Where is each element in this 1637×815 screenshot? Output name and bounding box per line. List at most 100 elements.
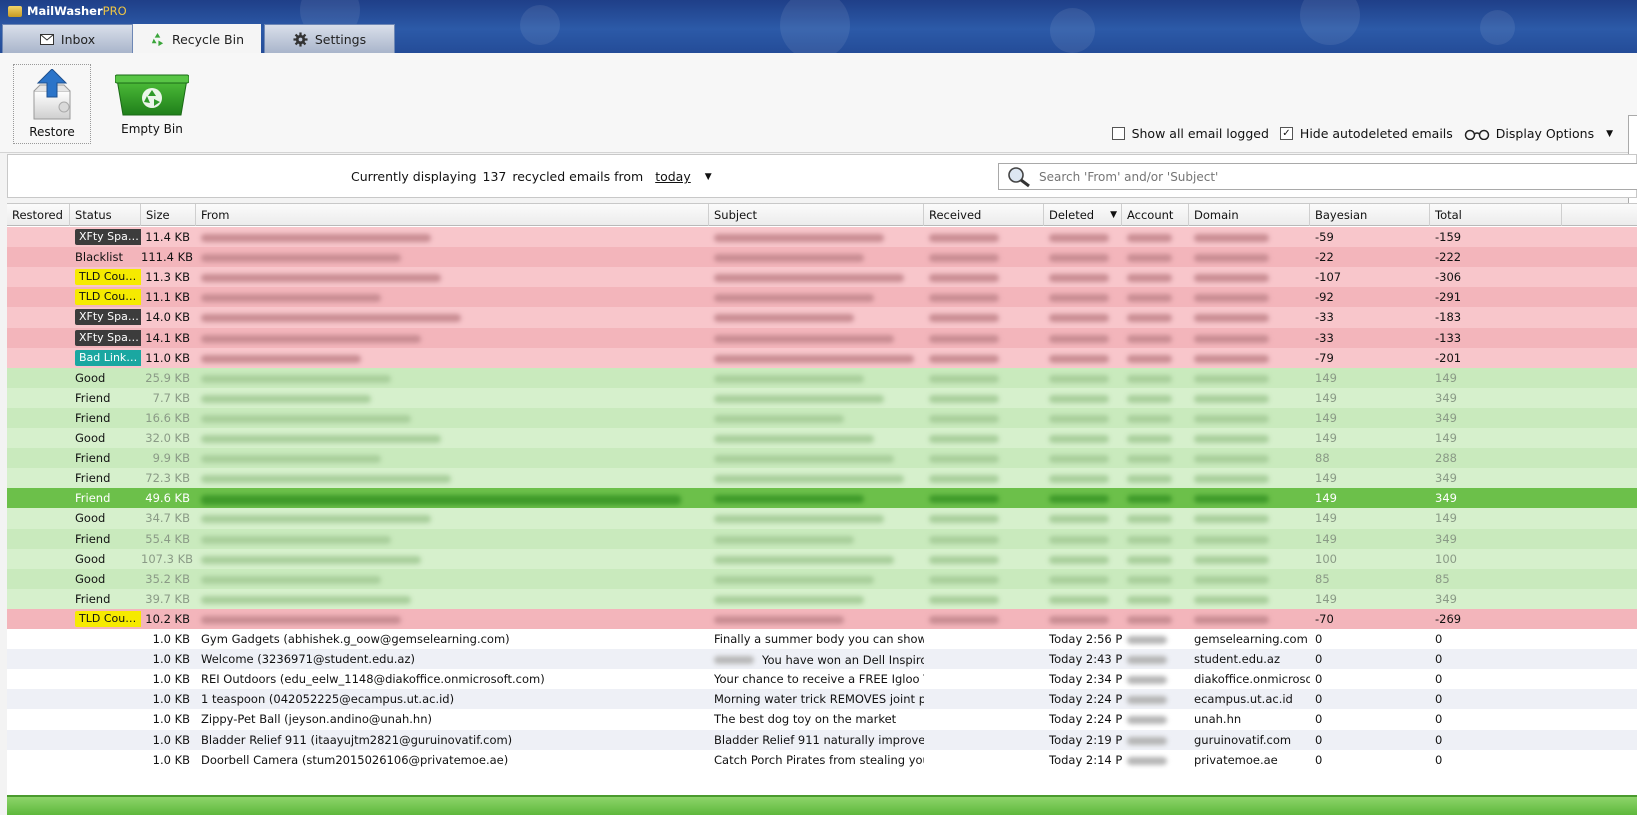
table-row[interactable]: Good 107.3 KB 100 100 (7, 548, 1637, 570)
redacted-text (1194, 254, 1269, 263)
cell-bayesian: 0 (1315, 712, 1323, 727)
restore-icon (33, 69, 71, 120)
cell-subject: Finally a summer body you can show offâ€… (709, 629, 924, 650)
col-size[interactable]: Size (141, 204, 196, 226)
table-row[interactable]: XFty Spam… 11.4 KB -59 -159 (7, 227, 1637, 248)
col-from[interactable]: From (196, 204, 709, 226)
col-subject[interactable]: Subject (709, 204, 924, 226)
cell-status: Friend (70, 408, 141, 429)
redacted-text (201, 414, 411, 423)
table-row[interactable]: 1.0 KB REI Outdoors (edu_eelw_1148@diakof… (7, 669, 1637, 691)
table-row[interactable]: 1.0 KB Zippy-Pet Ball (jeyson.andino@unah… (7, 709, 1637, 731)
search-box[interactable] (998, 163, 1637, 190)
table-row[interactable]: Good 34.7 KB 149 149 (7, 508, 1637, 530)
chevron-down-icon[interactable]: ▼ (705, 172, 712, 182)
redacted-text (714, 334, 894, 343)
display-prefix: Currently displaying (351, 169, 477, 184)
table-row[interactable]: 1.0 KB 1 teaspoon (042052225@ecampus.ut.a… (7, 689, 1637, 711)
cell-subject: Morning water trick REMOVES joint pain? (709, 689, 924, 710)
cell-size: 55.4 KB (145, 531, 190, 546)
table-row[interactable]: TLD Count… 11.3 KB -107 -306 (7, 267, 1637, 289)
cell-restored (7, 468, 70, 489)
cell-received (924, 689, 1044, 710)
col-total[interactable]: Total (1430, 204, 1562, 226)
table-row[interactable]: Good 32.0 KB 149 149 (7, 428, 1637, 449)
col-account[interactable]: Account (1122, 204, 1189, 226)
table-row[interactable]: Friend 49.6 KB 149 349 (7, 488, 1637, 510)
cell-total: 0 (1435, 652, 1443, 667)
cell-total: -133 (1435, 330, 1462, 345)
cell-restored (7, 247, 70, 268)
background-bokeh (1050, 8, 1095, 53)
cell-subject: Bladder Relief 911 naturally improves yo… (709, 730, 924, 751)
hide-autodeleted-checkbox[interactable]: ✓ (1279, 127, 1293, 140)
col-deleted-label: Deleted (1049, 208, 1095, 222)
redacted-text (1049, 354, 1109, 363)
table-row[interactable]: Friend 7.7 KB 149 349 (7, 387, 1637, 409)
table-row[interactable]: Good 25.9 KB 149 149 (7, 367, 1637, 389)
show-all-checkbox[interactable] (1111, 127, 1125, 140)
col-restored[interactable]: Restored (7, 204, 70, 226)
table-row[interactable]: Friend 39.7 KB 149 349 (7, 588, 1637, 610)
cell-restored (7, 287, 70, 308)
table-row[interactable]: Friend 16.6 KB 149 349 (7, 407, 1637, 429)
redacted-text (929, 555, 999, 564)
redacted-text (714, 455, 894, 464)
cell-domain (1189, 328, 1310, 349)
col-bayesian[interactable]: Bayesian (1310, 204, 1430, 226)
cell-bayesian: -92 (1315, 290, 1334, 305)
table-row[interactable]: Friend 72.3 KB 149 349 (7, 468, 1637, 490)
redacted-text (714, 535, 854, 544)
table-row[interactable]: XFty Spam… 14.0 KB -33 -183 (7, 307, 1637, 329)
redacted-text (1194, 334, 1269, 343)
table-row[interactable]: Good 35.2 KB 85 85 (7, 568, 1637, 590)
col-received[interactable]: Received (924, 204, 1044, 226)
table-row[interactable]: 1.0 KB Welcome (3236971@student.edu.az) Yo… (7, 649, 1637, 671)
tab-recycle-bin[interactable]: Recycle Bin (133, 24, 261, 53)
cell-received (924, 629, 1044, 650)
table-row[interactable]: Friend 55.4 KB 149 349 (7, 528, 1637, 550)
tab-settings[interactable]: Settings (264, 24, 395, 53)
cell-size: 1.0 KB (152, 672, 190, 687)
redacted-text (1127, 354, 1172, 363)
redacted-text (1127, 294, 1172, 303)
table-row[interactable]: 1.0 KB Bladder Relief 911 (itaayujtm2821@… (7, 729, 1637, 751)
status-badge: Friend (75, 390, 111, 405)
period-dropdown[interactable]: today (655, 169, 691, 184)
col-status[interactable]: Status (70, 204, 141, 226)
table-row[interactable]: 1.0 KB Doorbell Camera (stum2015026106@pr… (7, 749, 1637, 771)
cell-total: -291 (1435, 290, 1462, 305)
gear-icon (293, 31, 308, 47)
cell-domain (1189, 508, 1310, 529)
redacted-text (929, 354, 999, 363)
redacted-text (929, 615, 999, 624)
restore-button[interactable]: Restore (13, 64, 91, 144)
table-row[interactable]: TLD Count… 10.2 KB -70 -269 (7, 608, 1637, 630)
tab-inbox[interactable]: Inbox (2, 24, 133, 53)
cell-deleted (1044, 388, 1122, 409)
cell-bayesian: 0 (1315, 652, 1323, 667)
cell-deleted (1044, 287, 1122, 308)
cell-received (924, 408, 1044, 429)
table-row[interactable]: Friend 9.9 KB 88 288 (7, 448, 1637, 470)
table-row[interactable]: Blacklist 111.4 KB -22 -222 (7, 247, 1637, 269)
table-row[interactable]: 1.0 KB Gym Gadgets (abhishek.g_oow@gemsel… (7, 629, 1637, 650)
col-domain[interactable]: Domain (1189, 204, 1310, 226)
empty-bin-button[interactable]: Empty Bin (112, 71, 192, 136)
redacted-text (1194, 274, 1269, 283)
cell-domain (1189, 428, 1310, 449)
cell-subject (709, 348, 924, 369)
display-options-button[interactable]: Display Options ▼ (1464, 126, 1613, 141)
cell-account (1122, 408, 1189, 429)
cell-subject: The best dog toy on the market (709, 709, 924, 730)
table-row[interactable]: XFty Spam… 14.1 KB -33 -133 (7, 327, 1637, 349)
col-deleted[interactable]: Deleted ▼ (1044, 204, 1122, 226)
title-bar: MailWasherPRO Inbox Recycle Bin Settings (0, 0, 1637, 53)
table-row[interactable]: Bad Link T… 11.0 KB -79 -201 (7, 347, 1637, 369)
search-input[interactable] (1039, 169, 1599, 184)
cell-subject (709, 267, 924, 288)
table-row[interactable]: TLD Count… 11.1 KB -92 -291 (7, 287, 1637, 309)
redacted-text (1194, 435, 1269, 443)
app-name-suffix: PRO (102, 4, 127, 18)
status-badge: XFty Spam… (75, 329, 141, 346)
